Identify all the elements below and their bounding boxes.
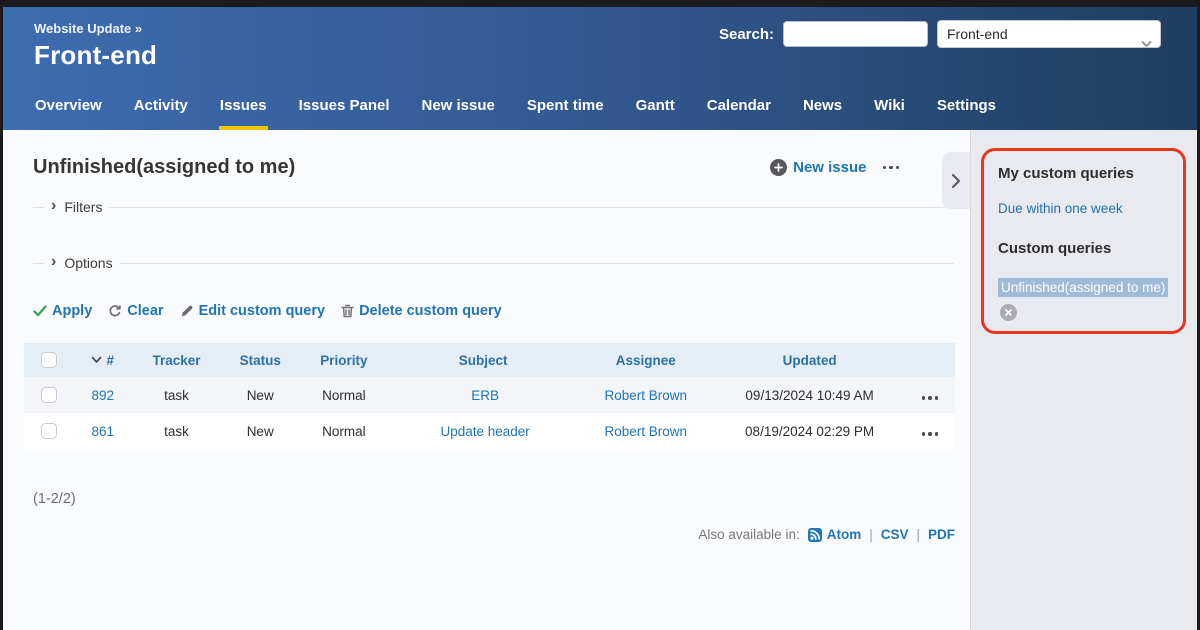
main-nav: Overview Activity Issues Issues Panel Ne… (34, 97, 997, 130)
sidebar-query-unfinished-selected[interactable]: Unfinished(assigned to me) (998, 278, 1168, 297)
chevron-right-icon: › (51, 254, 56, 270)
column-header-tracker[interactable]: Tracker (131, 343, 222, 377)
new-issue-label: New issue (793, 159, 866, 176)
tab-settings[interactable]: Settings (936, 97, 997, 130)
options-toggle[interactable]: › Options (44, 255, 120, 271)
issues-table: # Tracker Status Priority Subject Assign… (24, 343, 955, 449)
project-header: Website Update » Front-end Search: Front… (3, 7, 1197, 130)
query-actions: Apply Clear Edit custom query Delete cus… (33, 303, 956, 319)
content-head: Unfinished(assigned to me) New issue (33, 156, 956, 179)
chevron-down-icon (1141, 30, 1152, 56)
plus-circle-icon (770, 159, 787, 176)
row-checkbox[interactable] (41, 423, 57, 439)
project-selector[interactable]: Front-end (937, 20, 1161, 48)
column-header-subject[interactable]: Subject (389, 343, 577, 377)
trash-icon (341, 304, 354, 318)
tab-issues-panel[interactable]: Issues Panel (298, 97, 391, 130)
column-header-id[interactable]: # (74, 343, 131, 377)
window-frame: Website Update » Front-end Search: Front… (0, 0, 1200, 630)
row-menu-icon[interactable] (920, 430, 941, 438)
column-header-updated[interactable]: Updated (714, 343, 904, 377)
options-label: Options (64, 255, 112, 271)
new-issue-button[interactable]: New issue (770, 159, 866, 176)
tab-gantt[interactable]: Gantt (635, 97, 676, 130)
other-formats: Also available in: Atom | CSV | PDF (24, 527, 955, 542)
status-cell: New (222, 413, 298, 449)
tab-news[interactable]: News (802, 97, 843, 130)
tab-overview[interactable]: Overview (34, 97, 103, 130)
clear-button[interactable]: Clear (108, 303, 163, 319)
my-custom-queries-title: My custom queries (998, 165, 1171, 182)
tab-calendar[interactable]: Calendar (706, 97, 772, 130)
assignee-link[interactable]: Robert Brown (604, 424, 687, 439)
updated-cell: 08/19/2024 02:29 PM (714, 413, 904, 449)
tracker-cell: task (131, 413, 222, 449)
priority-cell: Normal (298, 377, 389, 413)
column-header-status[interactable]: Status (222, 343, 298, 377)
content: Unfinished(assigned to me) New issue (3, 130, 970, 630)
filters-toggle[interactable]: › Filters (44, 199, 109, 215)
pencil-icon (180, 304, 194, 318)
chevron-right-icon: › (51, 198, 56, 214)
priority-cell: Normal (298, 413, 389, 449)
column-header-assignee[interactable]: Assignee (577, 343, 715, 377)
search-area: Search: Front-end (719, 20, 1161, 48)
table-header-row: # Tracker Status Priority Subject Assign… (24, 343, 955, 377)
issue-id-link[interactable]: 892 (91, 388, 114, 403)
search-input[interactable] (783, 21, 928, 47)
atom-link[interactable]: Atom (827, 527, 862, 542)
subject-link[interactable]: Update header (440, 424, 529, 439)
filters-section: › Filters (33, 199, 954, 237)
tab-wiki[interactable]: Wiki (873, 97, 906, 130)
breadcrumb[interactable]: Website Update » (34, 21, 142, 36)
apply-button[interactable]: Apply (33, 303, 92, 319)
updated-cell: 09/13/2024 10:49 AM (714, 377, 904, 413)
page-title-project: Front-end (34, 40, 157, 71)
chevron-right-icon (951, 173, 961, 189)
more-actions-icon[interactable] (881, 164, 902, 172)
pdf-link[interactable]: PDF (928, 527, 955, 542)
tracker-cell: task (131, 377, 222, 413)
select-all-checkbox[interactable] (41, 352, 57, 368)
refresh-icon (108, 304, 122, 318)
tab-new-issue[interactable]: New issue (421, 97, 496, 130)
sidebar-query-due-within-one-week[interactable]: Due within one week (998, 201, 1171, 216)
app: Website Update » Front-end Search: Front… (3, 7, 1197, 630)
row-menu-icon[interactable] (920, 394, 941, 402)
delete-custom-query-button[interactable]: Delete custom query (341, 303, 502, 319)
tab-issues[interactable]: Issues (219, 97, 268, 130)
also-available-label: Also available in: (698, 527, 799, 542)
custom-queries-title: Custom queries (998, 240, 1171, 257)
close-x-icon (1005, 309, 1012, 316)
status-cell: New (222, 377, 298, 413)
filters-label: Filters (64, 199, 102, 215)
subject-link[interactable]: ERB (471, 388, 499, 403)
tab-activity[interactable]: Activity (133, 97, 189, 130)
dismiss-selection-button[interactable] (1000, 304, 1017, 321)
tab-spent-time[interactable]: Spent time (526, 97, 605, 130)
query-title: Unfinished(assigned to me) (33, 156, 770, 179)
sidebar: My custom queries Due within one week Cu… (970, 130, 1197, 630)
column-header-priority[interactable]: Priority (298, 343, 389, 377)
sort-chevron-icon (91, 356, 102, 364)
edit-custom-query-button[interactable]: Edit custom query (180, 303, 326, 319)
project-selector-value: Front-end (947, 26, 1008, 42)
issue-id-link[interactable]: 861 (91, 424, 114, 439)
issue-row: 892 task New Normal ERB Robert Brown 09/… (24, 377, 955, 413)
row-checkbox[interactable] (41, 387, 57, 403)
issue-row: 861 task New Normal Update header Robert… (24, 413, 955, 449)
options-section: › Options (33, 255, 954, 271)
search-label: Search: (719, 26, 774, 43)
check-icon (33, 305, 47, 317)
csv-link[interactable]: CSV (881, 527, 909, 542)
collapse-sidebar-button[interactable] (942, 152, 970, 209)
contextual-actions: New issue (770, 159, 901, 176)
main-area: Unfinished(assigned to me) New issue (3, 130, 1197, 630)
pagination-info: (1-2/2) (33, 491, 956, 507)
rss-icon (808, 528, 822, 542)
assignee-link[interactable]: Robert Brown (604, 388, 687, 403)
annotation-highlight-box: My custom queries Due within one week Cu… (981, 148, 1186, 334)
